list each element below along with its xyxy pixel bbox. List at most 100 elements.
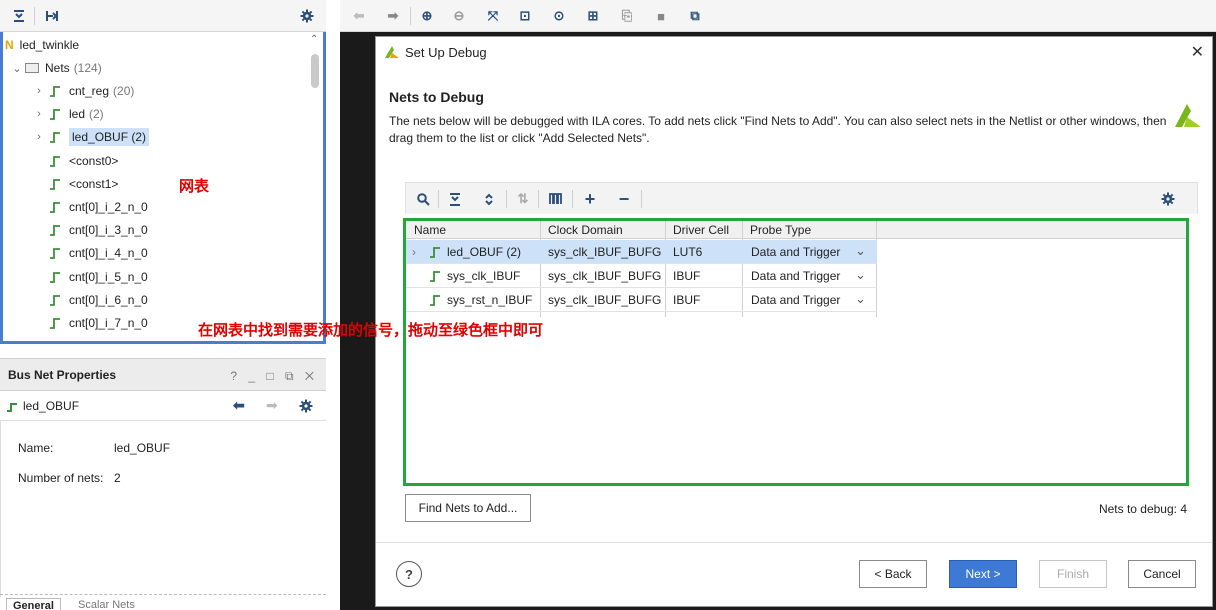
net-list-item-label: led_OBUF (2) <box>69 128 150 147</box>
forward-arrow-icon[interactable]: ➡ <box>384 7 402 25</box>
cancel-button-label: Cancel <box>1143 567 1181 581</box>
columns-icon[interactable] <box>546 190 564 208</box>
net-list-item[interactable]: › cnt_reg (20) <box>33 80 134 102</box>
find-nets-to-add-button[interactable]: Find Nets to Add... <box>405 494 531 522</box>
number-of-nets-label: Number of nets: <box>18 471 104 485</box>
dialog-footer-divider <box>376 542 1212 543</box>
schematic-icon[interactable]: ⊞ <box>584 7 602 25</box>
zoom-area-icon[interactable]: ⊡ <box>516 7 534 25</box>
bus-net-icon <box>6 400 18 415</box>
scrollbar-thumb[interactable] <box>311 54 319 88</box>
remove-icon[interactable]: − <box>615 189 633 209</box>
net-list-item[interactable]: cnt[0]_i_5_n_0 <box>33 266 148 288</box>
net-list-item-label: <const1> <box>69 176 119 191</box>
chevron-right-icon[interactable]: › <box>33 131 45 143</box>
nets-grid-toolbar: ⇅ + − <box>405 182 1198 214</box>
chevron-right-icon[interactable]: › <box>33 108 45 120</box>
collapse-all-icon[interactable] <box>446 190 464 208</box>
net-list-item[interactable]: › led (2) <box>33 103 104 125</box>
net-list-item[interactable]: cnt[0]_i_3_n_0 <box>33 219 148 241</box>
tab-scalar-nets[interactable]: Scalar Nets <box>72 598 141 610</box>
search-icon[interactable] <box>414 190 432 208</box>
tab-general[interactable]: General <box>6 598 61 610</box>
add-icon[interactable]: + <box>581 189 599 209</box>
net-list-item-label: cnt_reg <box>69 84 110 98</box>
target-icon[interactable]: ⊙ <box>550 7 568 25</box>
net-list-item[interactable]: <const1> <box>33 173 118 195</box>
vivado-logo-icon <box>385 46 399 58</box>
collapse-all-icon[interactable] <box>10 7 28 25</box>
fit-view-icon[interactable]: ⤧ <box>484 7 502 25</box>
sort-icon[interactable]: ⇅ <box>514 190 532 208</box>
next-button[interactable]: Next > <box>949 560 1017 588</box>
settings-gear-icon[interactable] <box>299 399 313 416</box>
properties-title: Bus Net Properties <box>8 368 117 382</box>
cancel-button[interactable]: Cancel <box>1128 560 1196 588</box>
net-list-item[interactable]: cnt[0]_i_4_n_0 <box>33 242 148 264</box>
tree-nets-label: Nets <box>45 61 70 75</box>
name-label: Name: <box>18 441 54 455</box>
net-list-item[interactable]: › led_OBUF (2) <box>33 126 150 148</box>
number-of-nets-value: 2 <box>114 471 121 485</box>
toolbar-separator <box>572 190 573 208</box>
select-icon[interactable]: ⧉ <box>686 7 704 25</box>
zoom-in-icon[interactable]: ⊕ <box>418 7 436 25</box>
back-arrow-icon[interactable]: ⬅ <box>350 7 368 25</box>
stop-icon[interactable]: ■ <box>652 7 670 25</box>
nets-to-debug-count: Nets to debug: 4 <box>1098 502 1187 516</box>
net-list-item-label: cnt[0]_i_3_n_0 <box>69 223 148 238</box>
netlist-tree-panel: N led_twinkle ⌄ Nets (124) › cnt_reg (20) ›… <box>0 32 326 344</box>
net-list-item-count: (2) <box>89 107 104 122</box>
zoom-out-icon[interactable]: ⊖ <box>450 7 468 25</box>
net-list-item[interactable]: cnt[0]_i_2_n_0 <box>33 196 148 218</box>
finish-button-label: Finish <box>1056 567 1089 581</box>
back-arrow-icon[interactable]: ⬅ <box>233 397 245 414</box>
net-list-item[interactable]: cnt[0]_i_6_n_0 <box>33 289 148 311</box>
netlist-annotation: 网表 <box>179 177 210 195</box>
toolbar-separator <box>410 7 411 25</box>
net-list-item[interactable]: cnt[0]_i_7_n_0 <box>33 312 148 334</box>
net-icon <box>50 318 60 329</box>
net-list-item-label: cnt[0]_i_6_n_0 <box>69 292 148 307</box>
expand-all-icon[interactable] <box>480 190 498 208</box>
name-value: led_OBUF <box>114 441 171 455</box>
chevron-down-icon[interactable]: ⌄ <box>11 62 23 75</box>
toolbar-separator <box>538 190 539 208</box>
tree-nets-folder[interactable]: ⌄ Nets (124) <box>11 57 101 79</box>
net-icon <box>50 202 60 213</box>
back-button[interactable]: < Back <box>859 560 927 588</box>
properties-tabs: General Scalar Nets <box>0 594 326 610</box>
drag-annotation: 在网表中找到需要添加的信号，拖动至绿色框中即可 <box>198 321 544 339</box>
main-toolbar: ⬅ ➡ ⊕ ⊖ ⤧ ⊡ ⊙ ⊞ ⎘ ■ ⧉ <box>340 0 1216 32</box>
net-icon <box>50 178 60 190</box>
bus-net-properties-panel: Bus Net Properties ? _ □ ⧉ ✕ led_OBUF ⬅ … <box>0 358 326 610</box>
properties-body: Name: led_OBUF Number of nets: 2 <box>0 421 326 597</box>
panel-window-controls[interactable]: ? _ □ ⧉ ✕ <box>230 369 318 384</box>
net-list-item-label: cnt[0]_i_7_n_0 <box>69 316 148 330</box>
page-heading: Nets to Debug <box>389 89 484 105</box>
net-icon <box>50 294 60 306</box>
toolbar-separator <box>641 190 642 208</box>
help-button[interactable]: ? <box>396 561 422 587</box>
settings-gear-icon[interactable] <box>298 7 316 25</box>
forward-arrow-icon[interactable]: ➡ <box>266 397 278 414</box>
properties-header: Bus Net Properties ? _ □ ⧉ ✕ <box>0 359 326 391</box>
toolbar-separator <box>438 190 439 208</box>
close-icon[interactable]: ✕ <box>1191 42 1204 62</box>
find-nets-to-add-label: Find Nets to Add... <box>418 501 518 515</box>
net-icon <box>50 225 60 237</box>
route-icon[interactable]: ⎘ <box>618 7 636 25</box>
tree-root-design[interactable]: N led_twinkle <box>5 34 79 56</box>
netlist-toolbar <box>0 0 326 32</box>
back-button-label: < Back <box>874 567 912 581</box>
net-list-item-label: cnt[0]_i_4_n_0 <box>69 246 148 261</box>
chevron-right-icon[interactable]: › <box>33 85 45 97</box>
net-list-item-label: cnt[0]_i_2_n_0 <box>69 200 148 214</box>
finish-button[interactable]: Finish <box>1039 560 1107 588</box>
flatten-hierarchy-icon[interactable] <box>43 7 61 25</box>
net-list-item-count: (20) <box>113 84 135 98</box>
settings-gear-icon[interactable] <box>1159 190 1177 208</box>
vivado-logo-icon <box>1175 104 1201 127</box>
net-list-item[interactable]: <const0> <box>33 150 118 172</box>
scroll-up-icon[interactable]: ⌃ <box>310 34 318 45</box>
